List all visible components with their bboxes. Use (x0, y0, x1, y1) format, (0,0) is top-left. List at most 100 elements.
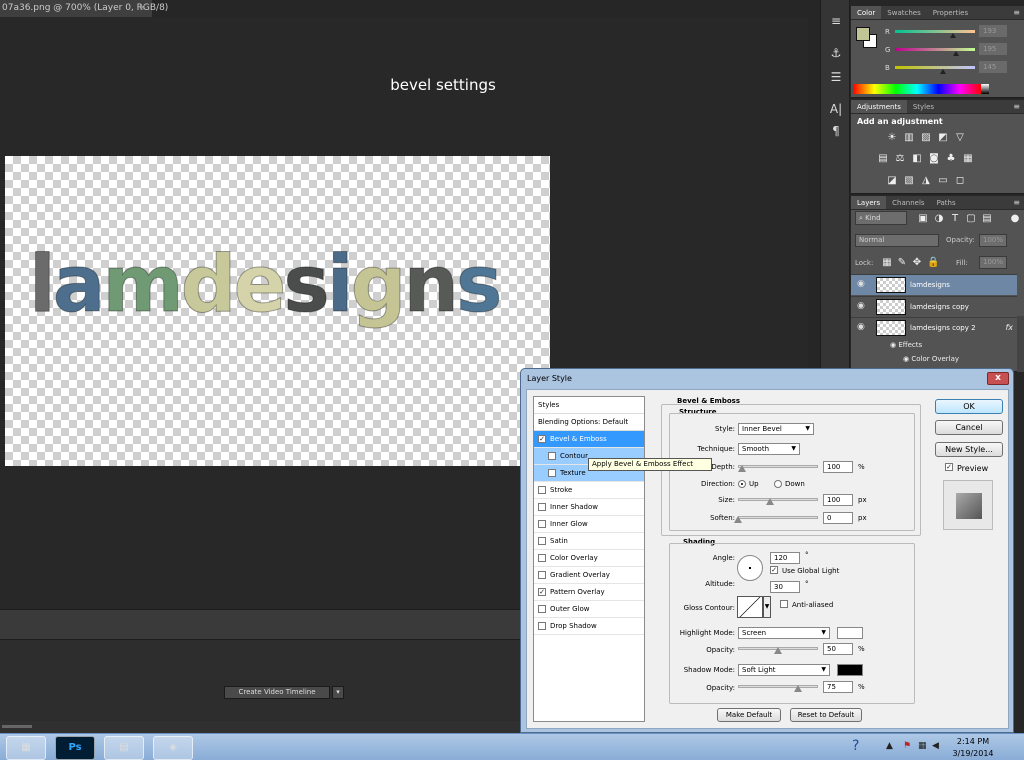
style-item-checkbox[interactable] (538, 520, 546, 528)
style-item-checkbox[interactable] (538, 554, 546, 562)
clock-time[interactable]: 2:14 PM (946, 737, 1000, 746)
style-item-pattern-overlay[interactable]: ✓ Pattern Overlay (534, 584, 644, 601)
lock-position-icon[interactable]: ✥ (911, 257, 923, 268)
style-item-checkbox[interactable] (538, 622, 546, 630)
green-slider[interactable] (895, 48, 975, 51)
red-value-field[interactable]: 193 (979, 25, 1007, 37)
black-white-ramp[interactable] (981, 84, 989, 94)
style-item-checkbox[interactable] (538, 486, 546, 494)
angle-field[interactable]: 120 (770, 552, 800, 564)
effect-item-row[interactable]: ◉ Color Overlay (903, 355, 1024, 363)
filter-pixel-icon[interactable]: ▣ (917, 213, 929, 224)
cancel-button[interactable]: Cancel (935, 420, 1003, 435)
direction-down-radio[interactable] (774, 480, 782, 488)
vibrance-icon[interactable]: ▽ (954, 132, 966, 143)
style-item-checkbox[interactable] (548, 452, 556, 460)
blend-mode-select[interactable]: Normal (855, 234, 939, 247)
style-item-checkbox[interactable] (548, 469, 556, 477)
blending-options-item[interactable]: Blending Options: Default (534, 414, 644, 431)
anti-aliased-checkbox[interactable] (780, 600, 788, 608)
style-item-gradient-overlay[interactable]: Gradient Overlay (534, 567, 644, 584)
altitude-field[interactable]: 30 (770, 581, 800, 593)
color-lookup-icon[interactable]: ▦ (962, 153, 974, 164)
brightness-contrast-icon[interactable]: ☀ (886, 132, 898, 143)
soften-slider-thumb[interactable] (734, 516, 742, 523)
tab-layers[interactable]: Layers (851, 196, 887, 209)
styles-header[interactable]: Styles (534, 397, 644, 414)
technique-select[interactable]: Smooth ▼ (738, 443, 800, 455)
filter-smart-icon[interactable]: ▤ (981, 213, 993, 224)
shadow-opacity-thumb[interactable] (794, 685, 802, 692)
gloss-contour-dropdown[interactable]: ▼ (763, 596, 771, 618)
character-icon[interactable]: A| (821, 102, 851, 116)
document-close-icon[interactable]: × (138, 0, 146, 17)
blue-slider-thumb[interactable] (940, 69, 946, 74)
soften-slider[interactable] (738, 516, 818, 519)
layer-row[interactable]: ◉ lamdesigns (851, 274, 1017, 295)
layers-scrollbar[interactable] (1017, 316, 1024, 372)
levels-icon[interactable]: ▥ (903, 132, 915, 143)
threshold-icon[interactable]: ◮ (920, 175, 932, 186)
tab-styles[interactable]: Styles (907, 100, 940, 113)
depth-slider[interactable] (738, 465, 818, 468)
style-item-stroke[interactable]: Stroke (534, 482, 644, 499)
dialog-close-button[interactable]: x (987, 372, 1009, 385)
effects-eye-icon[interactable]: ◉ (890, 341, 896, 349)
style-item-checkbox[interactable]: ✓ (538, 588, 546, 596)
filter-type-icon[interactable]: T (949, 213, 961, 224)
tab-adjustments[interactable]: Adjustments (851, 100, 907, 113)
invert-icon[interactable]: ◪ (886, 175, 898, 186)
new-style-button[interactable]: New Style... (935, 442, 1003, 457)
clock-date[interactable]: 3/19/2014 (946, 749, 1000, 758)
selective-color-icon[interactable]: ◻ (954, 175, 966, 186)
gradient-map-icon[interactable]: ▭ (937, 175, 949, 186)
network-icon[interactable]: ▦ (918, 741, 927, 751)
opacity-field[interactable]: 100% (979, 234, 1007, 247)
shadow-opacity-field[interactable]: 75 (823, 681, 853, 693)
layer-fx-icon[interactable]: fx (1005, 323, 1013, 332)
tools-icon[interactable]: ≡ (821, 14, 851, 28)
app-taskbar-icon[interactable]: ◈ (153, 736, 193, 760)
fill-field[interactable]: 100% (979, 256, 1007, 269)
use-global-light-checkbox[interactable]: ✓ (770, 566, 778, 574)
blue-value-field[interactable]: 145 (979, 61, 1007, 73)
help-icon[interactable]: ? (852, 738, 859, 754)
exposure-icon[interactable]: ◩ (937, 132, 949, 143)
style-item-checkbox[interactable] (538, 503, 546, 511)
style-item-inner-glow[interactable]: Inner Glow (534, 516, 644, 533)
timeline-dropdown-button[interactable]: ▾ (332, 686, 344, 699)
direction-up-radio[interactable] (738, 480, 746, 488)
color-balance-icon[interactable]: ⚖ (894, 153, 906, 164)
brush-icon[interactable]: ⚓ (821, 46, 851, 60)
highlight-mode-select[interactable]: Screen ▼ (738, 627, 830, 639)
depth-slider-thumb[interactable] (738, 465, 746, 472)
shadow-opacity-slider[interactable] (738, 685, 818, 688)
reset-to-default-button[interactable]: Reset to Default (790, 708, 862, 722)
tab-color[interactable]: Color (851, 6, 882, 19)
tab-channels[interactable]: Channels (886, 196, 930, 209)
ok-button[interactable]: OK (935, 399, 1003, 414)
soften-field[interactable]: 0 (823, 512, 853, 524)
color-spectrum-bar[interactable] (853, 84, 981, 94)
curves-icon[interactable]: ▨ (920, 132, 932, 143)
highlight-color-swatch[interactable] (837, 627, 863, 639)
size-field[interactable]: 100 (823, 494, 853, 506)
explorer-taskbar-icon[interactable]: ▤ (104, 736, 144, 760)
lock-pixels-icon[interactable]: ✎ (896, 257, 908, 268)
start-app-icon[interactable]: ▦ (6, 736, 46, 760)
style-item-drop-shadow[interactable]: Drop Shadow (534, 618, 644, 635)
style-item-color-overlay[interactable]: Color Overlay (534, 550, 644, 567)
highlight-opacity-field[interactable]: 50 (823, 643, 853, 655)
filter-toggle-icon[interactable]: ● (1009, 213, 1021, 224)
document-tab[interactable]: 07a36.png @ 700% (Layer 0, RGB/8) × (0, 0, 168, 17)
green-value-field[interactable]: 195 (979, 43, 1007, 55)
make-default-button[interactable]: Make Default (717, 708, 781, 722)
size-slider-thumb[interactable] (766, 498, 774, 505)
effects-row[interactable]: ◉ Effects (890, 341, 1024, 349)
tab-properties[interactable]: Properties (927, 6, 974, 19)
bevel-style-select[interactable]: Inner Bevel ▼ (738, 423, 814, 435)
style-item-bevel-emboss[interactable]: ✓ Bevel & Emboss (534, 431, 644, 448)
shadow-mode-select[interactable]: Soft Light ▼ (738, 664, 830, 676)
tab-paths[interactable]: Paths (931, 196, 962, 209)
style-item-checkbox[interactable] (538, 571, 546, 579)
